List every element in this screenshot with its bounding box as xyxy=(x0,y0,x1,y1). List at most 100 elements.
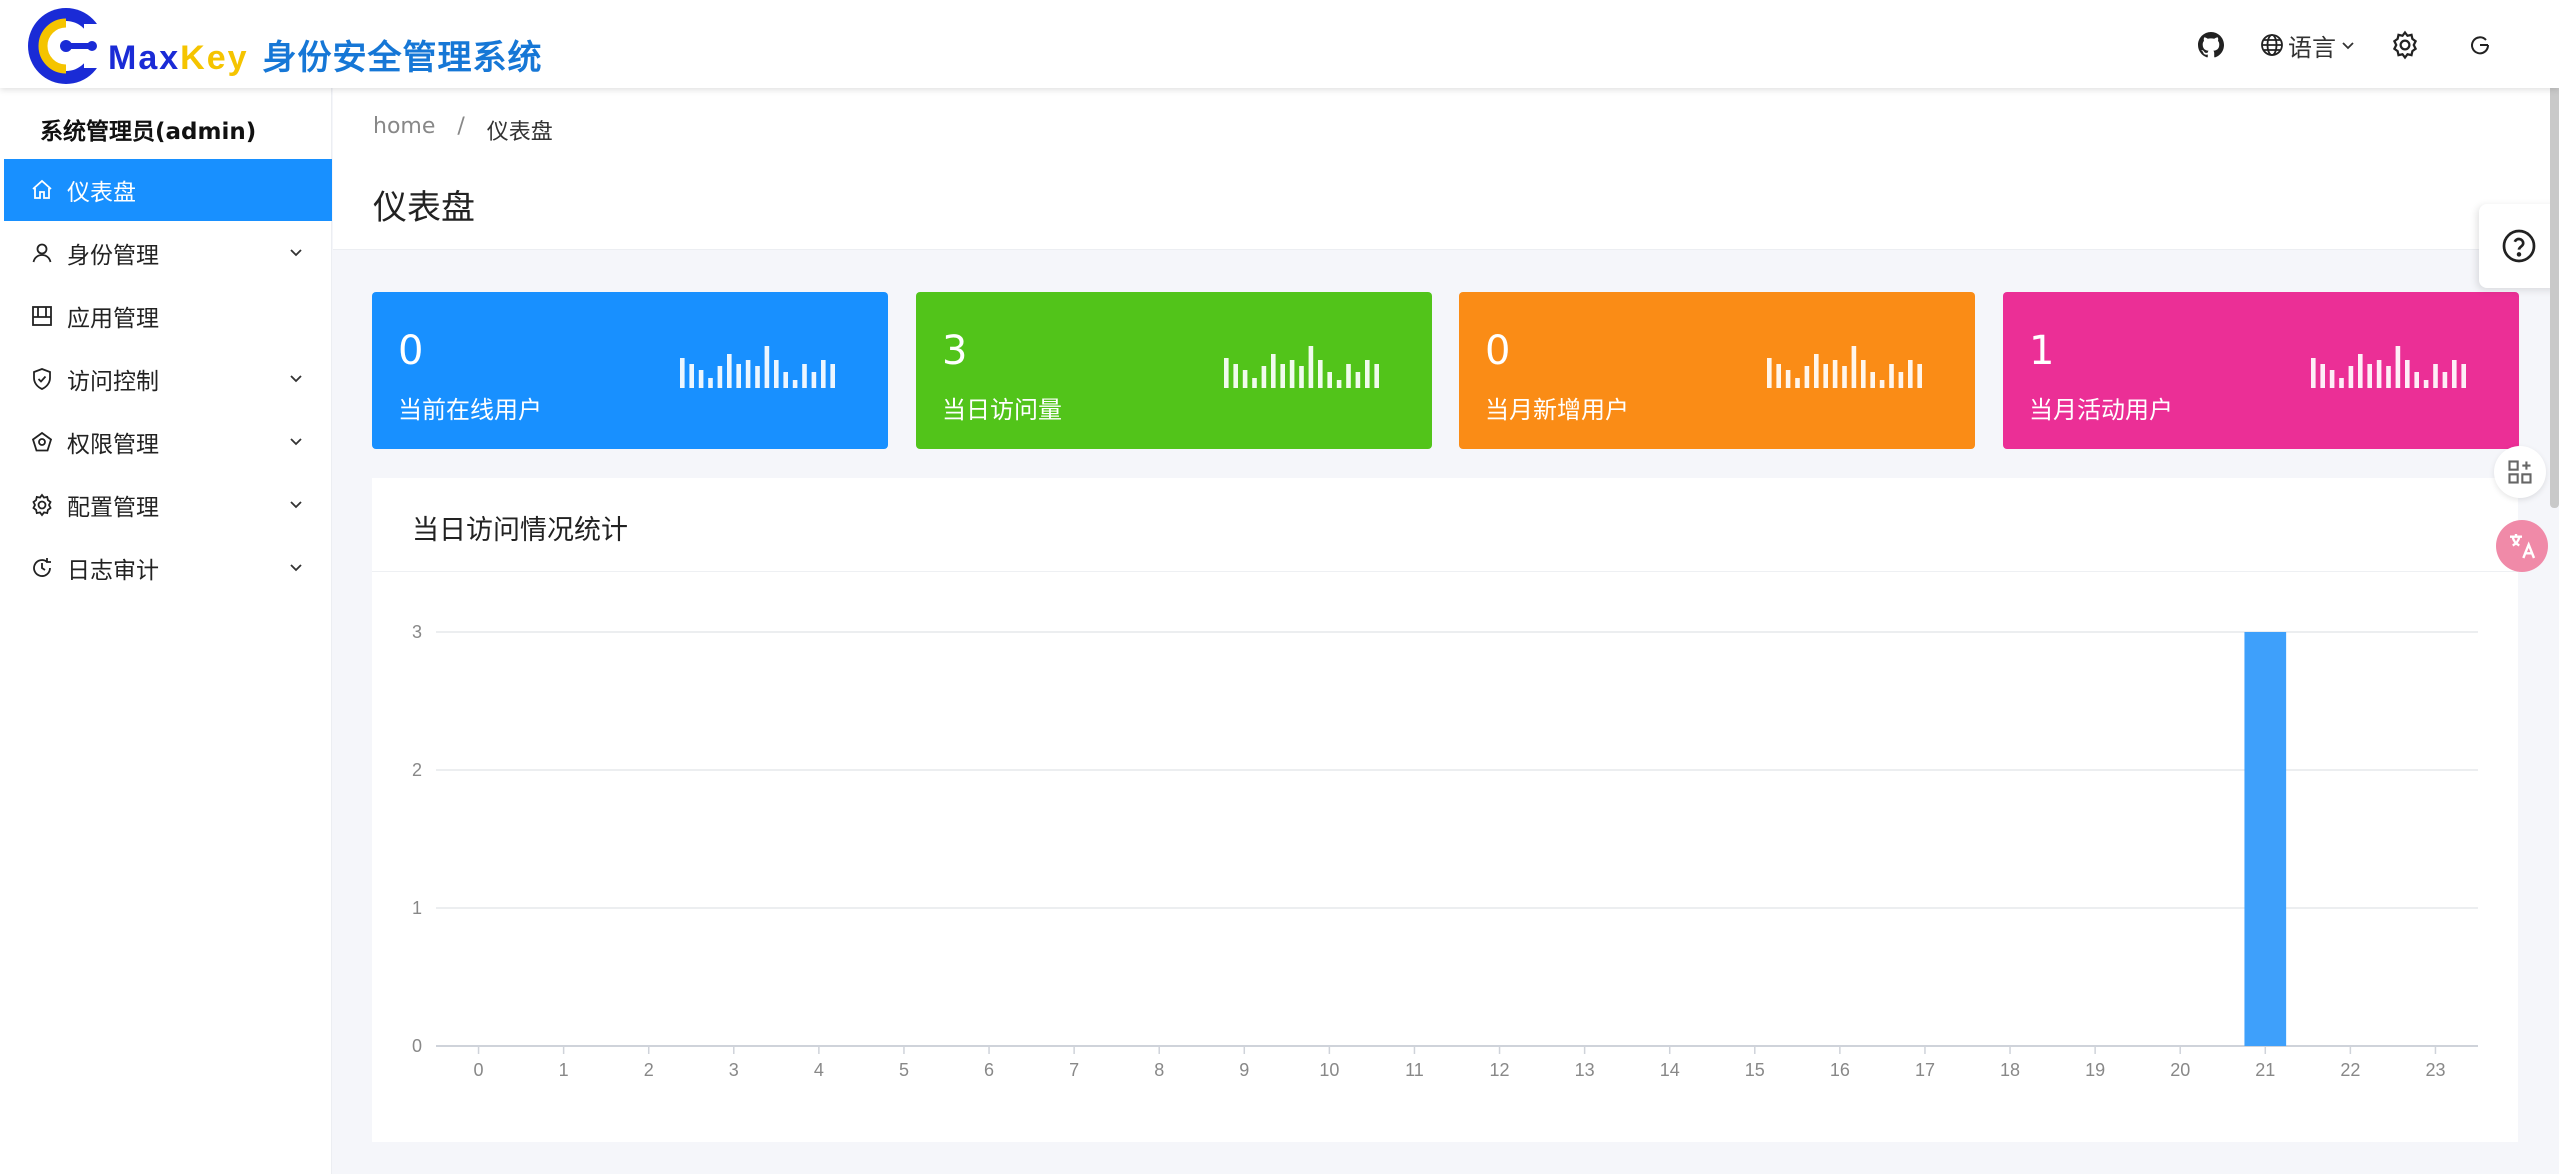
daily-visits-chart: 01230 1 2 3 4 5 6 7 8 9 10 11 12 13 14 15 16 17 18 19 20 21 22… xyxy=(412,622,2478,1080)
x-tick-label: 3 xyxy=(729,1060,739,1080)
stat-value: 3 xyxy=(942,328,968,374)
mini-bar xyxy=(2442,372,2448,388)
sidebar-item-apps[interactable]: 应用管理 xyxy=(4,285,332,347)
mini-bar xyxy=(1365,360,1370,388)
mini-bar xyxy=(1308,346,1314,388)
mini-bar xyxy=(1261,366,1267,388)
mini-bar xyxy=(2329,370,2335,388)
sidebar-item-permissions[interactable]: 权限管理 xyxy=(4,411,332,473)
mini-bar xyxy=(1908,360,1913,388)
mini-bar xyxy=(1804,366,1810,388)
settings-button[interactable] xyxy=(2390,28,2420,62)
sidebar-item-dashboard[interactable]: 仪表盘 xyxy=(4,159,332,221)
mini-bar xyxy=(1374,364,1379,388)
brand-title: MaxKey 身份安全管理系统 xyxy=(108,30,543,79)
mini-bar xyxy=(1785,370,1791,388)
x-tick-label: 4 xyxy=(814,1060,824,1080)
breadcrumb: home / 仪表盘 xyxy=(373,114,553,146)
mini-bar xyxy=(2414,372,2419,388)
stat-value: 1 xyxy=(2029,328,2055,374)
mini-bar xyxy=(2376,360,2382,388)
mini-bar xyxy=(2433,364,2438,388)
mini-bar xyxy=(811,372,817,388)
stat-card-new-users: 0 当月新增用户 xyxy=(1459,292,1975,449)
chart-bar[interactable] xyxy=(2244,632,2287,1046)
language-selector[interactable]: 语言 xyxy=(2260,28,2356,62)
mini-bar xyxy=(1814,354,1819,388)
grid-add-icon xyxy=(2508,460,2532,484)
stat-value: 0 xyxy=(398,328,424,374)
mini-bar xyxy=(1823,364,1828,388)
power-icon xyxy=(2471,36,2490,55)
user-icon xyxy=(32,243,52,263)
sidebar-item-label: 身份管理 xyxy=(67,243,159,269)
mini-bar xyxy=(745,360,751,388)
stat-label: 当月新增用户 xyxy=(1485,396,1629,424)
globe-icon xyxy=(2261,34,2283,56)
chevron-down-icon xyxy=(290,249,302,257)
history-icon xyxy=(33,558,51,577)
sidebar-item-label: 访问控制 xyxy=(67,369,159,395)
mini-bar xyxy=(1355,372,1361,388)
mini-bar xyxy=(1795,378,1800,388)
mini-bar xyxy=(698,370,704,388)
brand-max: Max xyxy=(108,39,181,77)
mini-bar xyxy=(1776,364,1781,388)
stat-label: 当前在线用户 xyxy=(398,396,542,424)
github-link[interactable] xyxy=(2198,28,2224,62)
sidebar-item-access-control[interactable]: 访问控制 xyxy=(4,348,332,410)
mini-bar xyxy=(774,360,779,388)
current-user: 系统管理员(admin) xyxy=(40,119,257,145)
sidebar-item-audit-log[interactable]: 日志审计 xyxy=(4,537,332,599)
gear-icon xyxy=(2392,30,2418,60)
x-tick-label: 19 xyxy=(2085,1060,2105,1080)
x-tick-label: 0 xyxy=(474,1060,484,1080)
chevron-down-icon xyxy=(2342,42,2354,50)
mini-bar xyxy=(1898,372,1904,388)
x-tick-label: 16 xyxy=(1830,1060,1850,1080)
mini-bar xyxy=(1299,366,1304,388)
mini-bar xyxy=(708,378,713,388)
breadcrumb-home[interactable]: home xyxy=(373,114,435,146)
sidebar-item-config[interactable]: 配置管理 xyxy=(4,474,332,536)
mini-bar xyxy=(1327,372,1332,388)
mini-bar xyxy=(783,372,788,388)
mini-bar xyxy=(1336,380,1342,388)
sidebar: 系统管理员(admin) 仪表盘 身份管理 应用管理 访问控制 权限管理 配置管… xyxy=(0,88,332,1174)
x-tick-label: 2 xyxy=(644,1060,654,1080)
translate-button[interactable] xyxy=(2496,520,2548,572)
x-tick-label: 5 xyxy=(899,1060,909,1080)
logout-button[interactable] xyxy=(2468,28,2492,62)
mini-bar xyxy=(1842,366,1847,388)
brand-system: 身份安全管理系统 xyxy=(262,39,543,77)
sidebar-item-label: 应用管理 xyxy=(67,306,159,332)
mini-bar xyxy=(727,354,732,388)
mini-bar xyxy=(736,364,741,388)
help-button[interactable] xyxy=(2479,204,2559,288)
mini-bar xyxy=(755,366,760,388)
quick-apps-button[interactable] xyxy=(2494,446,2546,498)
mini-bar xyxy=(1271,354,1276,388)
stat-card-online-users: 0 当前在线用户 xyxy=(372,292,888,449)
page-title: 仪表盘 xyxy=(373,188,475,228)
x-tick-label: 18 xyxy=(2000,1060,2020,1080)
mini-bar xyxy=(1889,364,1894,388)
y-tick-label: 1 xyxy=(412,898,422,918)
mini-bar xyxy=(2348,366,2354,388)
mini-bar xyxy=(1870,372,1875,388)
language-label: 语言 xyxy=(2288,33,2336,62)
mini-bar xyxy=(1242,370,1248,388)
mini-bar-chart-icon xyxy=(1224,346,1379,388)
x-tick-label: 11 xyxy=(1405,1060,1424,1080)
mini-bar xyxy=(2452,360,2457,388)
mini-bar xyxy=(2423,380,2429,388)
x-tick-label: 14 xyxy=(1660,1060,1680,1080)
mini-bar xyxy=(2311,358,2316,388)
mini-bar xyxy=(2358,354,2363,388)
sidebar-item-identity[interactable]: 身份管理 xyxy=(4,222,332,284)
chart-card-header: 当日访问情况统计 xyxy=(372,478,2518,572)
mini-bar xyxy=(2405,360,2410,388)
mini-bar xyxy=(1318,360,1323,388)
question-circle-icon xyxy=(2502,229,2536,263)
shield-icon xyxy=(33,368,51,390)
